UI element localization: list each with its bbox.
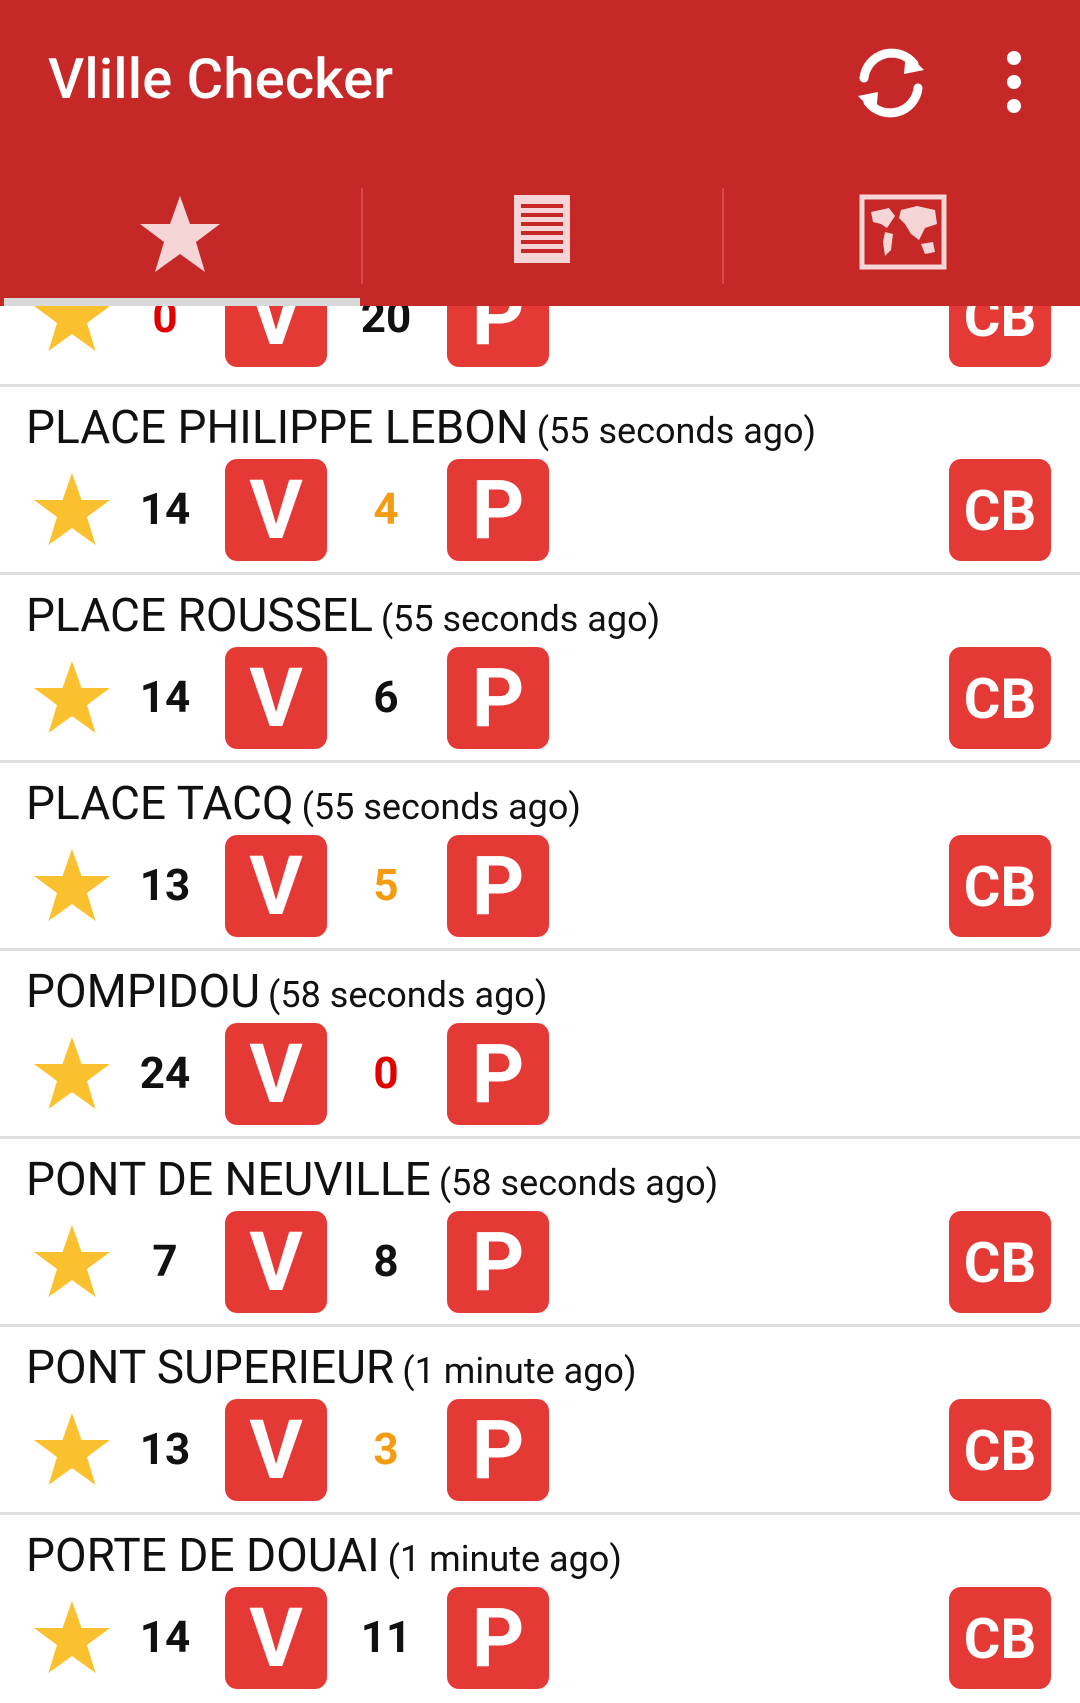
stands-count: 6 xyxy=(373,671,399,723)
stands-badge: P xyxy=(447,459,549,561)
list-item-station[interactable]: PORTE DE DOUAI (1 minute ago) 14 V 11 P C… xyxy=(0,1515,1080,1703)
update-time: (58 seconds ago) xyxy=(438,1162,719,1204)
star-icon xyxy=(140,196,220,272)
station-name: PLACE PHILIPPE LEBON xyxy=(26,401,529,455)
station-name: PONT SUPERIEUR xyxy=(26,1341,395,1395)
update-time: (1 minute ago) xyxy=(387,1538,622,1580)
stands-badge: P xyxy=(447,1399,549,1501)
refresh-icon xyxy=(858,48,924,118)
tab-bar xyxy=(0,180,1080,306)
list-icon xyxy=(514,195,570,263)
bikes-count: 24 xyxy=(139,1047,191,1099)
cb-badge: CB xyxy=(949,1399,1051,1501)
cb-badge: CB xyxy=(949,1587,1051,1689)
cb-badge: CB xyxy=(949,835,1051,937)
stands-badge: P xyxy=(447,1023,549,1125)
list-item-station[interactable]: PLACE PHILIPPE LEBON (55 seconds ago) 14 … xyxy=(0,387,1080,575)
cb-badge: CB xyxy=(949,1211,1051,1313)
list-item-station[interactable]: PONT SUPERIEUR (1 minute ago) 13 V 3 P CB xyxy=(0,1327,1080,1515)
overflow-menu-button[interactable] xyxy=(990,48,1038,118)
station-name: POMPIDOU xyxy=(26,965,261,1019)
star-icon[interactable] xyxy=(32,471,112,547)
station-name: PLACE TACQ xyxy=(26,777,294,831)
bikes-count: 13 xyxy=(139,1423,191,1475)
refresh-button[interactable] xyxy=(848,40,934,126)
list-item-station[interactable]: PLACE TACQ (55 seconds ago) 13 V 5 P CB xyxy=(0,763,1080,951)
star-icon[interactable] xyxy=(32,1223,112,1299)
update-time: (55 seconds ago) xyxy=(301,786,581,828)
star-icon[interactable] xyxy=(32,847,112,923)
list-item-station[interactable]: PLACE ROUSSEL (55 seconds ago) 14 V 6 P C… xyxy=(0,575,1080,763)
station-name: PLACE ROUSSEL xyxy=(26,589,373,643)
bikes-badge: V xyxy=(225,1023,327,1125)
bikes-badge: V xyxy=(225,459,327,561)
update-time: (55 seconds ago) xyxy=(380,598,661,640)
update-time: (58 seconds ago) xyxy=(268,974,548,1016)
bikes-count: 13 xyxy=(139,859,191,911)
list-item-station[interactable]: POMPIDOU (58 seconds ago) 24 V 0 P xyxy=(0,951,1080,1139)
cb-badge: CB xyxy=(949,459,1051,561)
station-name: PORTE DE DOUAI xyxy=(26,1529,380,1583)
stands-badge: P xyxy=(447,647,549,749)
star-icon[interactable] xyxy=(32,1411,112,1487)
stands-count: 11 xyxy=(360,1611,412,1663)
bikes-count: 7 xyxy=(152,1235,178,1287)
tab-map[interactable] xyxy=(723,180,1080,306)
cb-badge: CB xyxy=(949,647,1051,749)
bikes-count: 14 xyxy=(139,1611,191,1663)
station-name: PONT DE NEUVILLE xyxy=(26,1153,431,1207)
stands-count: 3 xyxy=(373,1423,399,1475)
bikes-badge: V xyxy=(225,1399,327,1501)
stands-count: 4 xyxy=(373,483,399,535)
selected-tab-indicator xyxy=(4,298,360,306)
bikes-badge: V xyxy=(225,1587,327,1689)
stands-count: 5 xyxy=(373,859,399,911)
stands-badge: P xyxy=(447,1587,549,1689)
tab-list[interactable] xyxy=(362,180,722,306)
bikes-badge: V xyxy=(225,835,327,937)
star-icon[interactable] xyxy=(32,1599,112,1675)
stands-count: 0 xyxy=(373,1047,399,1099)
star-icon[interactable] xyxy=(32,1035,112,1111)
app-bar: Vlille Checker xyxy=(0,0,1080,306)
star-icon[interactable] xyxy=(32,659,112,735)
bikes-count: 14 xyxy=(139,671,191,723)
app-title: Vlille Checker xyxy=(48,46,394,112)
bikes-badge: V xyxy=(225,1211,327,1313)
list-item-station[interactable]: PONT DE NEUVILLE (58 seconds ago) 7 V 8 P… xyxy=(0,1139,1080,1327)
map-icon xyxy=(859,194,947,270)
more-vert-icon xyxy=(1007,51,1021,113)
update-time: (1 minute ago) xyxy=(402,1350,637,1392)
bikes-badge: V xyxy=(225,647,327,749)
bikes-count: 14 xyxy=(139,483,191,535)
stands-count: 8 xyxy=(373,1235,399,1287)
stands-badge: P xyxy=(447,835,549,937)
update-time: (55 seconds ago) xyxy=(536,410,817,452)
tab-favorites[interactable] xyxy=(0,180,360,306)
stands-badge: P xyxy=(447,1211,549,1313)
